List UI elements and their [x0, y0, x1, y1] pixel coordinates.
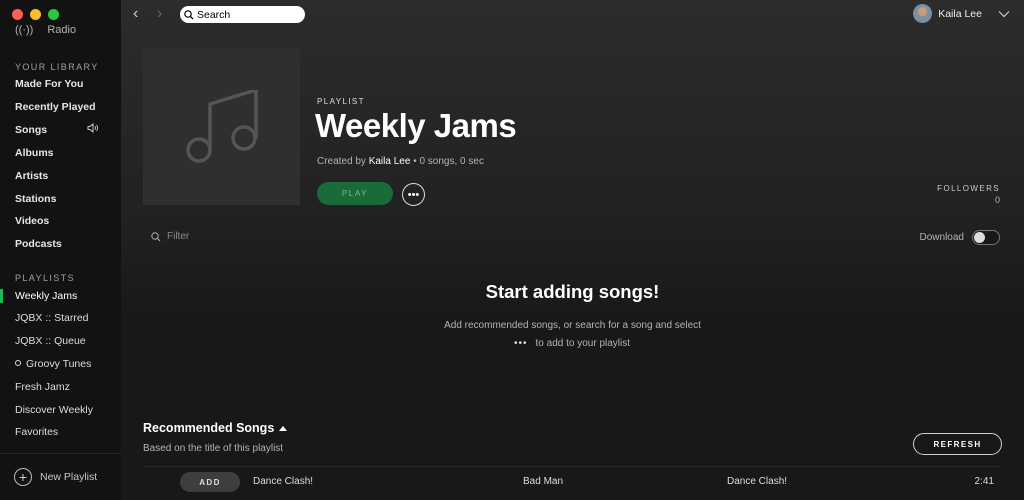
- speaker-icon: [87, 123, 99, 133]
- created-by-label: Created by: [317, 156, 366, 167]
- new-playlist-button[interactable]: + New Playlist: [14, 468, 97, 486]
- close-window-button[interactable]: [12, 9, 23, 20]
- sidebar-item-label: Radio: [47, 24, 77, 36]
- sidebar-item-artists[interactable]: Artists: [15, 169, 48, 183]
- user-name: Kaila Lee: [938, 7, 982, 20]
- sidebar-playlist-favorites[interactable]: Favorites: [15, 425, 58, 439]
- song-duration: 2:41: [974, 476, 994, 487]
- filter-input[interactable]: [167, 231, 267, 242]
- page-title: Weekly Jams: [315, 107, 517, 144]
- user-menu[interactable]: Kaila Lee: [913, 4, 1010, 23]
- sidebar-item-videos[interactable]: Videos: [15, 214, 49, 228]
- caret-up-icon: [279, 425, 288, 431]
- sidebar-item-recently-played[interactable]: Recently Played: [15, 100, 96, 114]
- sidebar-divider: [0, 453, 121, 454]
- recommended-songs-header[interactable]: Recommended Songs: [143, 421, 288, 435]
- active-indicator: [0, 289, 3, 303]
- sidebar-item-songs[interactable]: Songs: [15, 123, 47, 137]
- toggle-knob: [974, 232, 985, 243]
- sidebar: ((·)) Radio YOUR LIBRARY Made For You Re…: [0, 0, 121, 500]
- sidebar-playlist-fresh-jamz[interactable]: Fresh Jamz: [15, 380, 70, 394]
- playlists-section-label: PLAYLISTS: [15, 273, 75, 283]
- sidebar-item-radio[interactable]: ((·)) Radio: [15, 24, 76, 36]
- music-note-icon: [185, 89, 258, 163]
- back-arrow-icon[interactable]: ‹: [133, 5, 138, 23]
- more-options-button[interactable]: •••: [402, 183, 425, 206]
- empty-state-description-2: ••• to add to your playlist: [514, 338, 630, 349]
- sidebar-item-made-for-you[interactable]: Made For You: [15, 77, 83, 91]
- empty-state-title: Start adding songs!: [485, 281, 660, 302]
- search-icon: [184, 9, 194, 19]
- collaborative-icon: [15, 360, 21, 366]
- recommended-subtitle: Based on the title of this playlist: [143, 443, 284, 454]
- owner-link[interactable]: Kaila Lee: [369, 156, 411, 167]
- sidebar-item-label: Groovy Tunes: [26, 358, 92, 370]
- empty-state-line2: to add to your playlist: [535, 338, 631, 349]
- playlist-type-label: PLAYLIST: [317, 97, 365, 106]
- recommended-title: Recommended Songs: [143, 421, 275, 435]
- table-row[interactable]: ADD Dance Clash! Bad Man Dance Clash! 2:…: [143, 470, 1002, 494]
- top-bar: ‹ › Kaila Lee: [121, 0, 1024, 30]
- sidebar-playlist-jqbx-queue[interactable]: JQBX :: Queue: [15, 334, 86, 348]
- song-artist[interactable]: Bad Man: [523, 476, 563, 487]
- play-button[interactable]: PLAY: [317, 182, 393, 205]
- more-dots-icon: •••: [514, 338, 528, 349]
- playlist-stats: • 0 songs, 0 sec: [413, 156, 484, 167]
- playlist-cover: [143, 48, 300, 205]
- download-label: Download: [919, 232, 964, 243]
- forward-arrow-icon[interactable]: ›: [157, 5, 162, 23]
- sidebar-item-stations[interactable]: Stations: [15, 192, 56, 206]
- new-playlist-label: New Playlist: [40, 471, 98, 483]
- sidebar-playlist-groovy-tunes[interactable]: Groovy Tunes: [15, 357, 91, 371]
- download-control: Download: [920, 230, 1000, 245]
- library-section-label: YOUR LIBRARY: [15, 62, 99, 72]
- download-toggle[interactable]: [972, 230, 1000, 245]
- main-content: ‹ › Kaila Lee PLAYLIST Weekly Jams Creat…: [121, 0, 1024, 500]
- sidebar-playlist-jqbx-starred[interactable]: JQBX :: Starred: [15, 311, 89, 325]
- search-box[interactable]: [180, 6, 305, 23]
- song-title[interactable]: Dance Clash!: [253, 476, 313, 487]
- chevron-down-icon[interactable]: [998, 10, 1010, 18]
- search-input[interactable]: [197, 8, 297, 21]
- playlist-meta: Created by Kaila Lee • 0 songs, 0 sec: [317, 156, 484, 167]
- sidebar-playlist-discover-weekly[interactable]: Discover Weekly: [15, 403, 93, 417]
- divider: [143, 466, 1002, 467]
- followers-label: FOLLOWERS: [937, 184, 1000, 193]
- filter-box[interactable]: [151, 231, 267, 242]
- empty-state-description: Add recommended songs, or search for a s…: [444, 320, 701, 331]
- song-album[interactable]: Dance Clash!: [727, 476, 787, 487]
- minimize-window-button[interactable]: [30, 9, 41, 20]
- avatar: [913, 4, 933, 23]
- search-icon: [151, 231, 161, 241]
- radio-icon: ((·)): [15, 24, 34, 36]
- sidebar-playlist-weekly-jams[interactable]: Weekly Jams: [15, 289, 77, 303]
- followers-count: 0: [994, 195, 1000, 205]
- plus-icon: +: [14, 468, 32, 486]
- add-song-button[interactable]: ADD: [180, 472, 240, 492]
- zoom-window-button[interactable]: [48, 9, 59, 20]
- sidebar-item-podcasts[interactable]: Podcasts: [15, 237, 62, 251]
- refresh-button[interactable]: REFRESH: [913, 433, 1002, 455]
- sidebar-item-albums[interactable]: Albums: [15, 146, 54, 160]
- window-controls: [12, 9, 59, 20]
